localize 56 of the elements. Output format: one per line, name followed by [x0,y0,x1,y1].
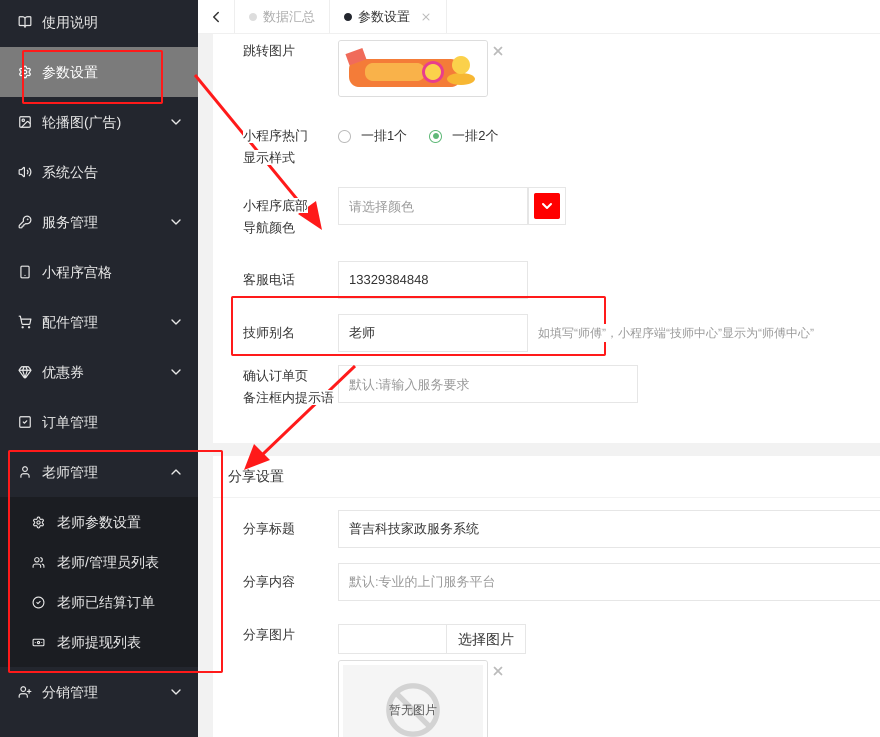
text-input[interactable]: 普吉科技家政服务系统 [338,510,880,548]
phone-icon [18,265,32,279]
field-label: 小程序底部 导航颜色 [242,197,309,237]
speaker-icon [18,165,32,179]
no-image-icon [384,681,442,737]
picture-icon [18,115,32,129]
gear-icon [18,65,32,79]
submenu-item[interactable]: 老师已结算订单 [0,582,198,622]
field-hint: 如填写“师傅”，小程序端“技师中心”显示为“师傅中心” [538,324,814,342]
book-icon [18,15,32,29]
choose-image-button[interactable]: 选择图片 [447,624,526,654]
person-icon [18,465,32,479]
text-input[interactable]: 老师 [338,314,528,352]
sidebar-item[interactable]: 小程序宫格 [0,247,198,297]
radio-option[interactable]: 一排2个 [429,126,498,146]
field-label: 技师别名 [242,324,296,342]
color-picker-button[interactable] [528,187,566,225]
page-tab[interactable]: 参数设置 [330,0,447,33]
users-icon [32,556,45,568]
submenu-item[interactable]: 老师提现列表 [0,622,198,662]
no-image-text: 暂无图片 [389,702,437,719]
diamond-icon [18,365,32,379]
sidebar-item[interactable]: 分销管理 [0,667,198,717]
text-input[interactable]: 13329384848 [338,260,528,298]
submenu-item[interactable]: 老师/管理员列表 [0,542,198,582]
gear-icon [32,516,45,528]
field-label: 分享标题 [242,520,296,538]
cart-icon [18,315,32,329]
radio-option[interactable]: 一排1个 [338,126,408,146]
banknote-icon [32,636,45,648]
check-circle-icon [32,596,45,608]
add-user-icon [18,685,32,699]
field-label: 分享图片 [242,626,296,644]
sidebar-item[interactable]: 使用说明 [0,0,198,47]
sidebar-item[interactable]: 订单管理 [0,397,198,447]
sidebar-item[interactable]: 服务管理 [0,197,198,247]
text-input[interactable]: 默认:请输入服务要求 [338,365,638,403]
checkbox-icon [18,415,32,429]
remove-icon[interactable] [491,664,505,678]
field-label: 客服电话 [242,270,296,288]
close-icon[interactable] [420,10,432,22]
sidebar-item[interactable]: 参数设置 [0,47,198,97]
remove-icon[interactable] [491,44,505,58]
field-label: 跳转图片 [242,42,296,60]
field-label: 小程序热门 显示样式 [242,127,309,167]
submenu-item[interactable]: 老师参数设置 [0,502,198,542]
image-path-input[interactable] [338,624,447,654]
field-label: 分享内容 [242,572,296,590]
text-input[interactable]: 默认:专业的上门服务平台 [338,562,880,600]
sidebar-item[interactable]: 优惠券 [0,347,198,397]
key-icon [18,215,32,229]
sidebar-item[interactable]: 配件管理 [0,297,198,347]
sidebar-item[interactable]: 系统公告 [0,147,198,197]
color-input[interactable]: 请选择颜色 [338,187,528,225]
field-label: 确认订单页 备注框内提示语 [242,367,335,407]
sidebar-item[interactable]: 轮播图(广告) [0,97,198,147]
